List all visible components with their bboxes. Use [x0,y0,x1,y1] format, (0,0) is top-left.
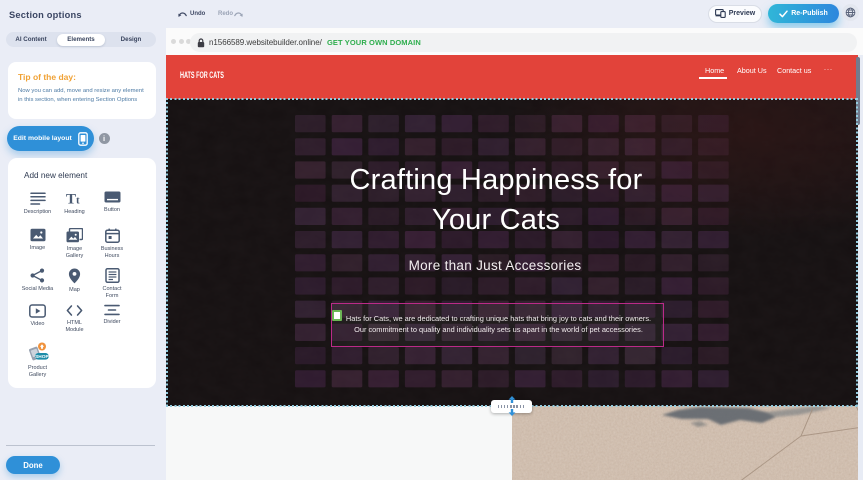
svg-text:SHOP: SHOP [35,354,49,360]
svg-text:t: t [76,195,80,207]
svg-text:T: T [66,192,76,207]
